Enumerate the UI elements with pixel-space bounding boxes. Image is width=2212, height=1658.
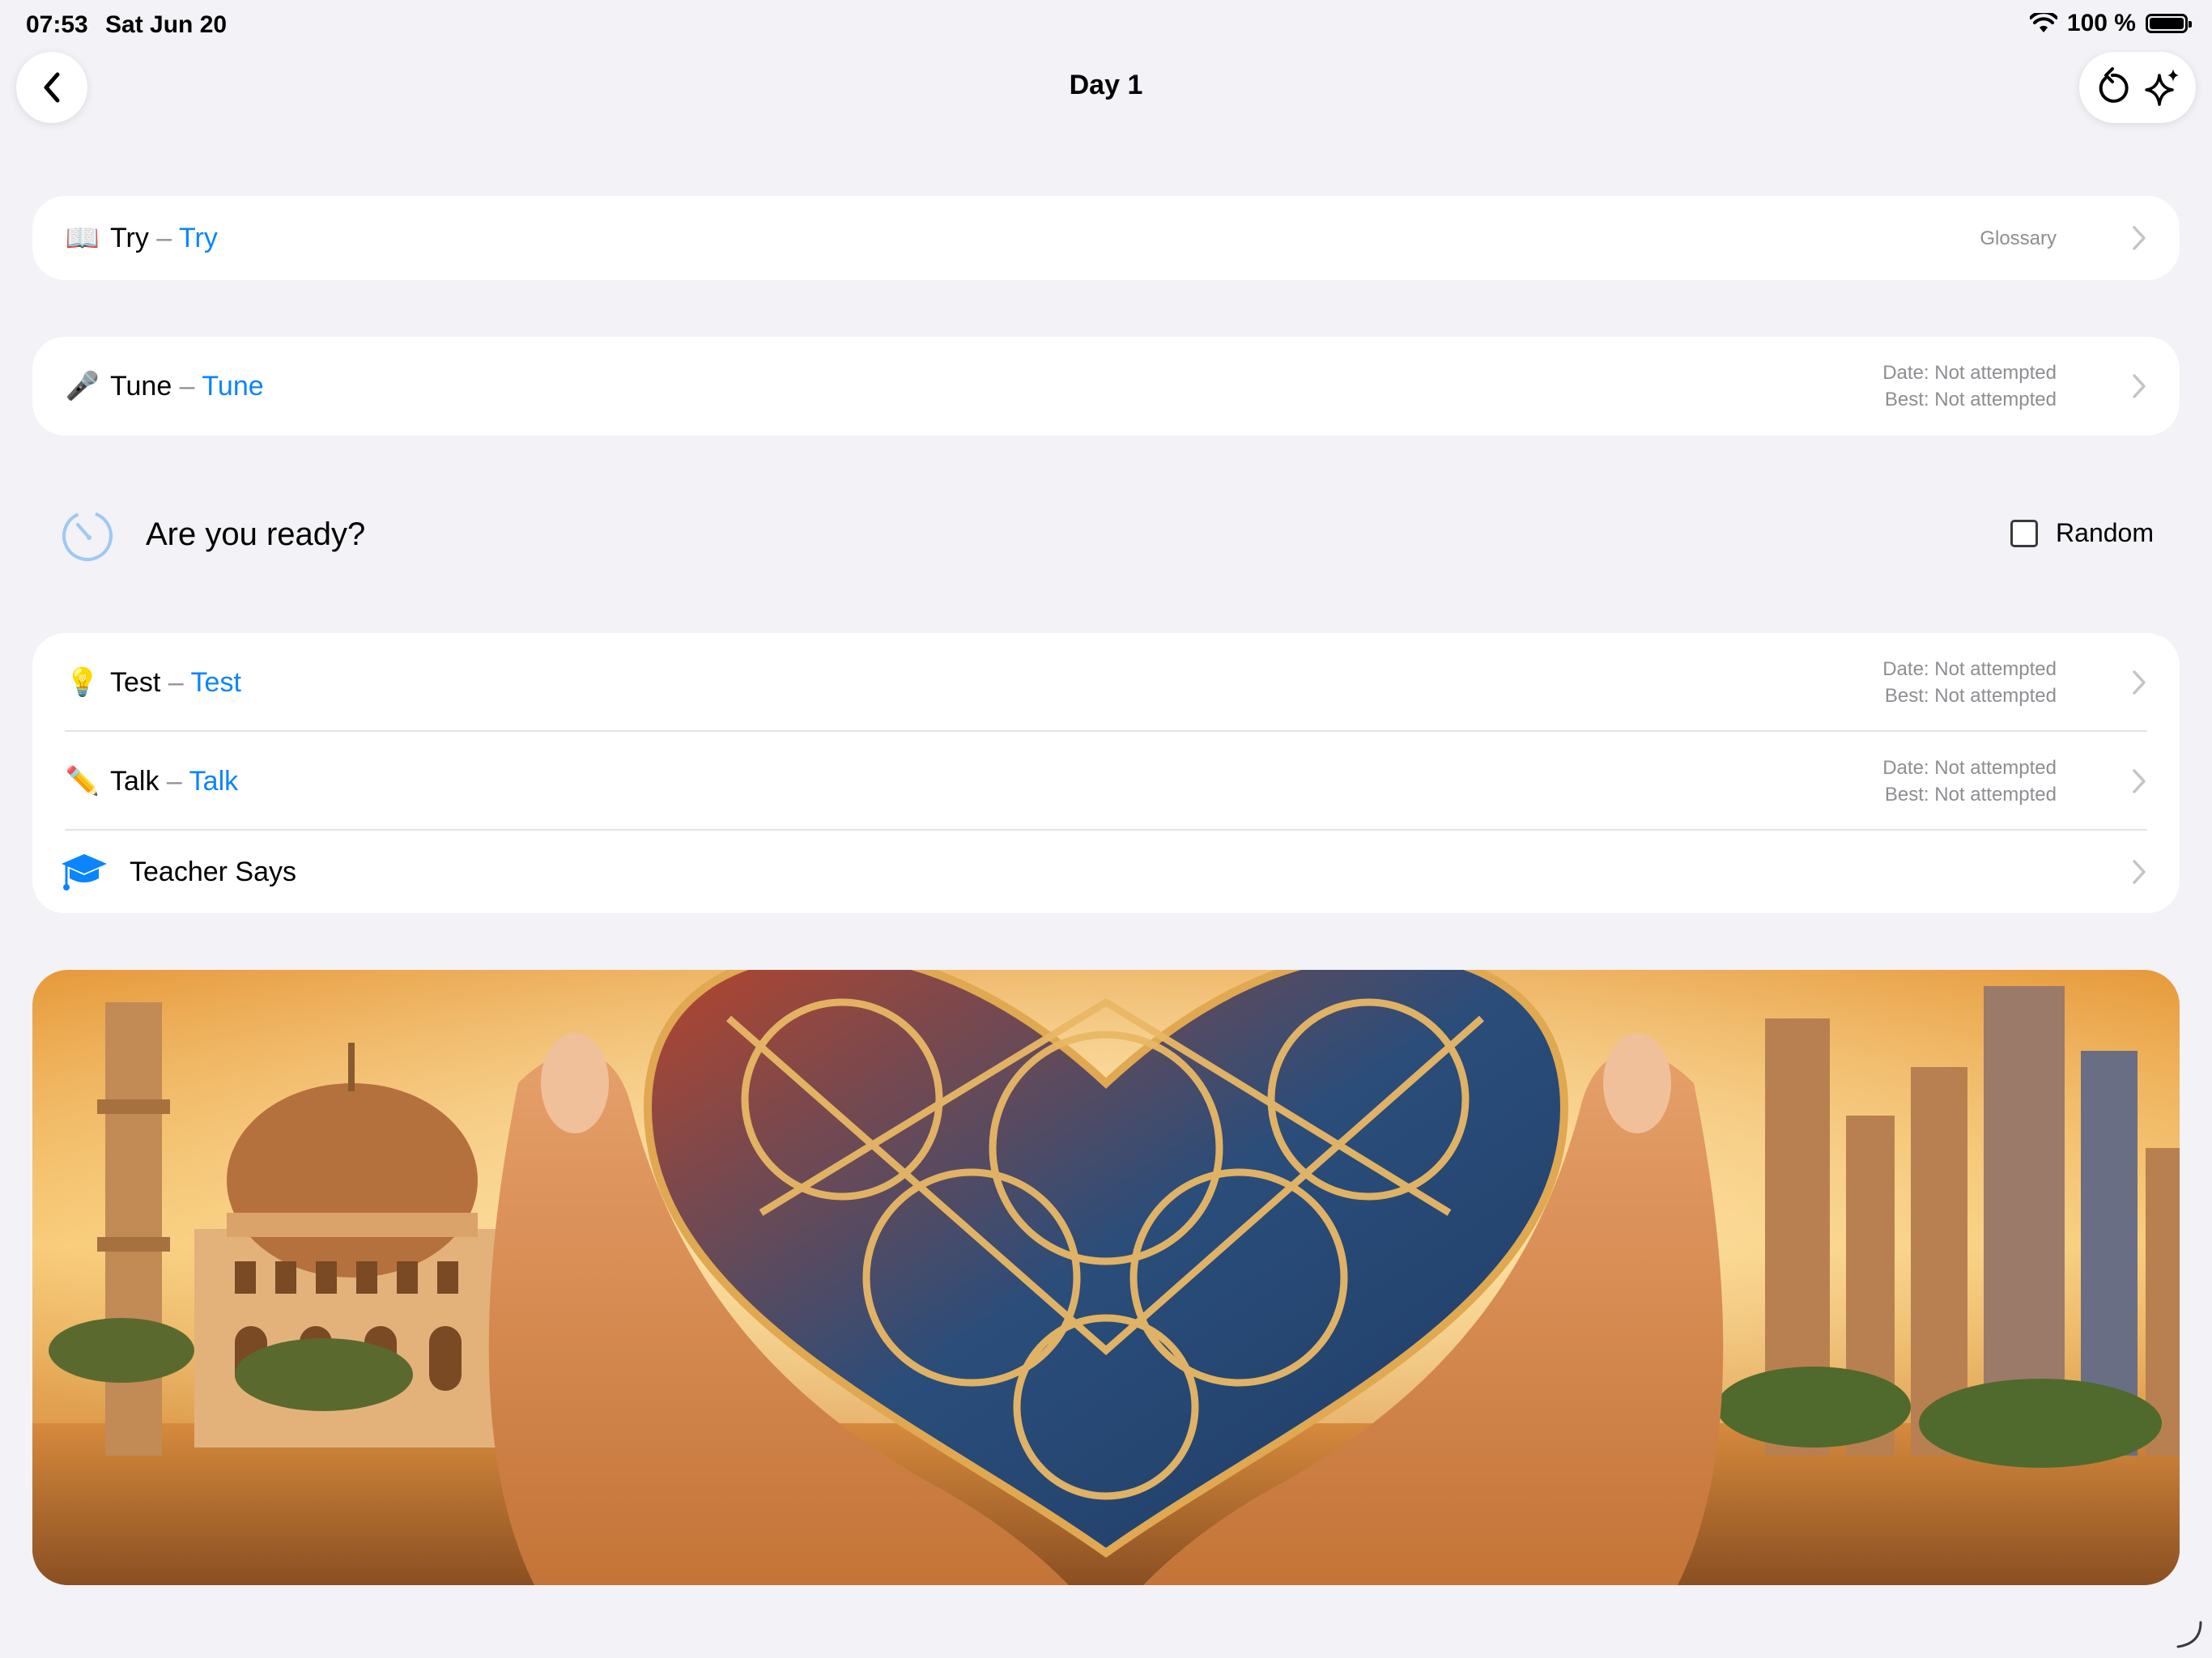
resize-grip-icon[interactable] <box>2172 1618 2204 1650</box>
tune-card[interactable]: 🎤 Tune – Tune Date: Not attempted Best: … <box>32 337 2180 436</box>
random-checkbox[interactable] <box>2010 519 2039 547</box>
date-status: Date: Not attempted <box>1882 658 2057 680</box>
date-status: Date: Not attempted <box>1882 362 2057 384</box>
lesson-title: Teacher Says <box>130 856 296 887</box>
row-subtitle-link[interactable]: Talk <box>189 766 238 797</box>
chevron-right-icon <box>2133 670 2146 695</box>
random-label: Random <box>2056 518 2154 547</box>
row-title-text: Test <box>110 666 161 698</box>
chevron-right-icon <box>2133 860 2146 884</box>
page-title: Day 1 <box>1069 70 1143 100</box>
hands-holding-heart-illustration <box>32 970 2180 1585</box>
reset-button[interactable] <box>2090 65 2135 110</box>
best-status: Best: Not attempted <box>1884 784 2057 806</box>
timer-icon <box>62 511 113 561</box>
random-toggle[interactable]: Random <box>2010 518 2154 548</box>
status-date: Sat Jun 20 <box>105 11 228 38</box>
glossary-card[interactable]: 📖 Try – Try Glossary <box>32 196 2180 280</box>
battery-percent: 100 % <box>2066 10 2136 36</box>
hero-illustration <box>32 970 2180 1585</box>
row-subtitle-link[interactable]: Test <box>191 667 241 698</box>
row-title-text: Tune <box>110 370 172 402</box>
ready-section: Are you ready? Random <box>32 502 2180 567</box>
book-icon: 📖 <box>65 223 100 253</box>
status-indicators: 100 % <box>2029 10 2192 37</box>
lessons-card: 💡 Test – Test Date: Not attempted Best: … <box>32 633 2180 913</box>
chevron-right-icon <box>2133 769 2146 793</box>
lesson-row-teacher-says[interactable]: Teacher Says <box>32 831 2180 913</box>
title-dash: – <box>160 666 191 698</box>
chevron-right-icon <box>2133 226 2146 250</box>
title-dash: – <box>148 222 180 253</box>
row-subtitle-link[interactable]: Tune <box>202 371 263 402</box>
microphone-icon: 🎤 <box>65 371 100 402</box>
wifi-icon <box>2029 13 2057 32</box>
date-status: Date: Not attempted <box>1882 757 2057 779</box>
battery-icon <box>2146 14 2192 33</box>
sparkles-icon <box>2145 69 2179 106</box>
row-title-text: Talk <box>110 765 160 797</box>
tune-row-title: Tune – Tune <box>110 371 264 402</box>
nav-actions <box>2079 52 2196 123</box>
row-title-text: Try <box>110 222 149 253</box>
status-bar: 07:53 Sat Jun 20 100 % <box>0 0 2212 52</box>
sparkles-button[interactable] <box>2140 65 2185 110</box>
chevron-right-icon <box>2133 374 2146 398</box>
title-dash: – <box>159 765 189 797</box>
ready-heading: Are you ready? <box>146 517 366 552</box>
lesson-meta: Date: Not attempted Best: Not attempted <box>1882 755 2057 808</box>
pencil-icon: ✏️ <box>65 766 100 797</box>
lesson-meta: Date: Not attempted Best: Not attempted <box>1882 656 2057 709</box>
glossary-row-title: Try – Try <box>110 223 218 254</box>
best-status: Best: Not attempted <box>1884 685 2057 707</box>
lightbulb-icon: 💡 <box>65 667 100 698</box>
lesson-row-test[interactable]: 💡 Test – Test Date: Not attempted Best: … <box>32 633 2180 732</box>
glossary-label: Glossary <box>1980 227 2057 249</box>
tune-meta: Date: Not attempted Best: Not attempted <box>1882 359 2057 413</box>
lesson-row-talk[interactable]: ✏️ Talk – Talk Date: Not attempted Best:… <box>32 732 2180 831</box>
graduation-cap-icon <box>62 854 107 891</box>
reset-icon <box>2099 67 2129 103</box>
lesson-title: Talk – Talk <box>110 766 238 797</box>
lesson-title: Test – Test <box>110 667 241 699</box>
title-dash: – <box>172 370 202 402</box>
row-subtitle-link[interactable]: Try <box>179 223 218 253</box>
status-time: 07:53 <box>26 11 88 38</box>
best-status: Best: Not attempted <box>1884 389 2057 410</box>
tune-row[interactable]: 🎤 Tune – Tune Date: Not attempted Best: … <box>32 337 2180 436</box>
glossary-row[interactable]: 📖 Try – Try Glossary <box>32 196 2180 280</box>
